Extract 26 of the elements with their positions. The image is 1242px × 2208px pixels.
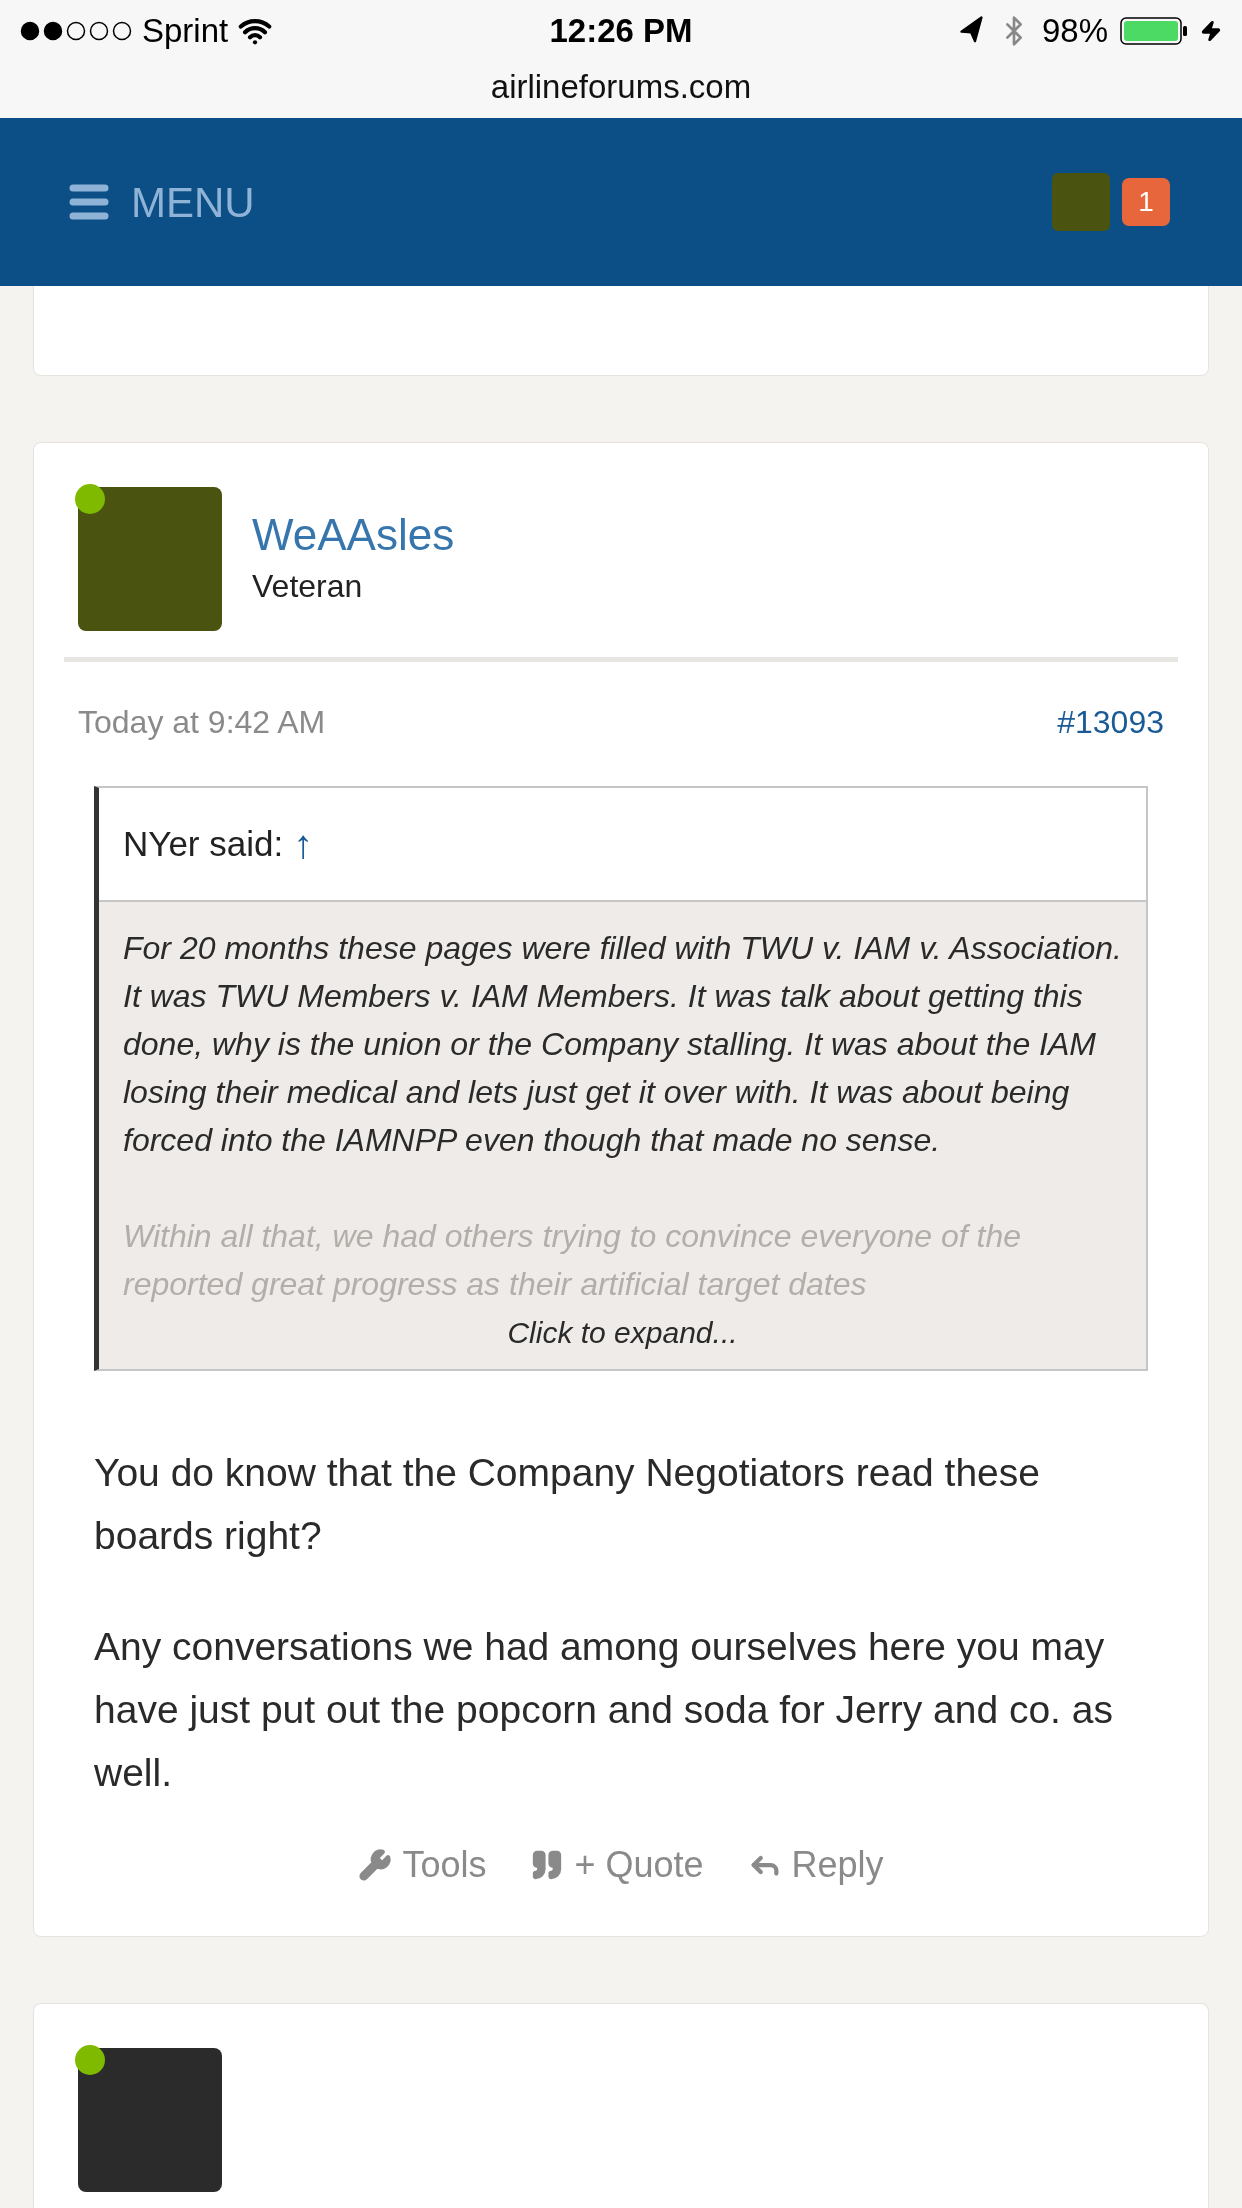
post-number-link[interactable]: #13093 [1057, 698, 1164, 746]
author-title: Veteran [252, 567, 364, 606]
avatar-photo-placeholder[interactable] [78, 2048, 222, 2192]
reply-action-button[interactable]: Reply [747, 1838, 884, 1892]
battery-icon [1120, 16, 1188, 46]
tools-action-button[interactable]: Tools [358, 1838, 487, 1892]
author-name-link[interactable]: WeAAsles [252, 508, 455, 562]
battery-percentage: 98% [1041, 11, 1108, 52]
menu-button[interactable]: MENU [65, 170, 255, 234]
jump-to-quote-link[interactable]: ↑ [293, 814, 314, 874]
carrier-name: Sprint [142, 11, 229, 52]
faded-quoted-paragraph: Within all that, we had others trying to convince everyone of the reported great progress as their artificial target dates [123, 1217, 1022, 1304]
message-paragraph: You do know that the Company Negotiators read these boards right? [94, 1450, 1041, 1559]
quote-action-button[interactable]: + Quote [530, 1838, 704, 1892]
wrench-icon [358, 1848, 393, 1882]
avatar-photo-placeholder[interactable] [78, 487, 222, 631]
quoted-paragraph: For 20 months these pages were filled with TWU v. IAM v. Association. It was TWU Members v. IAM Members. It was talk about getting this done, why is the union or the Company stalling. It was about the IAM losing their medical and lets just get it over with. It was about being forced into the IAMNPP even though that made no sense. [123, 929, 1122, 1160]
notification-count-badge[interactable]: 1 [1122, 178, 1170, 226]
user-avatar-thumbnail[interactable] [1052, 173, 1110, 231]
page-url[interactable]: airlineforums.com [490, 62, 752, 112]
post-date: Today at 9:42 AM [78, 703, 326, 742]
quote-attribution: NYer said: [123, 822, 284, 865]
signal-icon [20, 21, 132, 41]
click-to-expand-link[interactable]: Click to expand... [507, 1310, 738, 1355]
clock-time: 12:26 PM [549, 11, 693, 52]
message-paragraph: Any conversations we had among ourselves here you may have just put out the popcorn and soda for Jerry and co. as well. [94, 1624, 1114, 1796]
